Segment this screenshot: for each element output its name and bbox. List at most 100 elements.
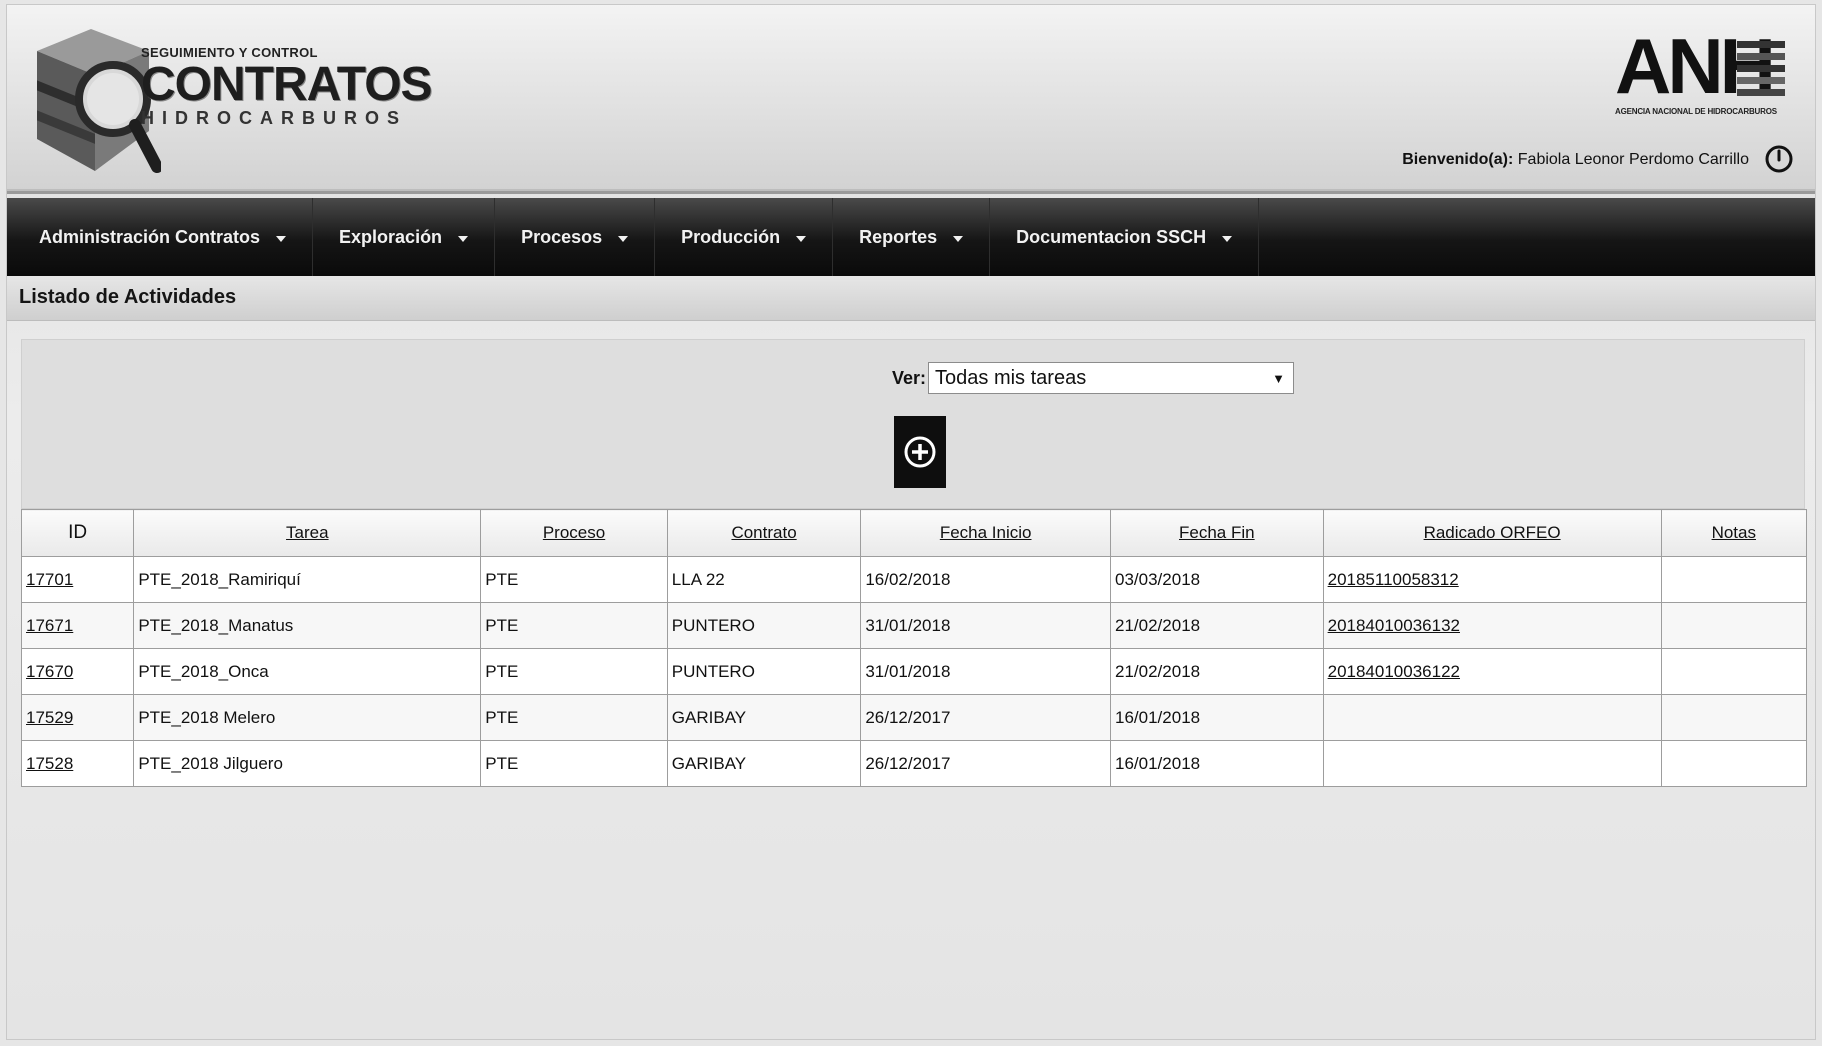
chevron-down-icon: [796, 236, 807, 242]
cell-id: 17529: [20, 694, 135, 741]
column-header-tarea[interactable]: Tarea: [133, 509, 482, 557]
cell-notas: [1660, 740, 1808, 787]
cell-fecha-inicio: 26/12/2017: [860, 694, 1112, 741]
cell-notas: [1660, 556, 1808, 603]
cell-tarea: PTE_2018_Onca: [133, 648, 482, 695]
column-header-contrato[interactable]: Contrato: [666, 509, 862, 557]
cell-radicado: 20184010036122: [1322, 648, 1662, 695]
activity-id-link[interactable]: 17528: [26, 754, 73, 773]
cell-tarea: PTE_2018_Ramiriquí: [133, 556, 482, 603]
cell-contrato: LLA 22: [666, 556, 862, 603]
cell-proceso: PTE: [480, 556, 668, 603]
cell-fecha-inicio: 26/12/2017: [860, 740, 1112, 787]
activities-table: ID Tarea Proceso Contrato Fecha Inicio F…: [20, 509, 1808, 787]
cell-tarea: PTE_2018 Melero: [133, 694, 482, 741]
menu-exploracion[interactable]: Exploración: [313, 198, 496, 276]
cell-radicado: 20184010036132: [1322, 602, 1662, 649]
cell-id: 17701: [20, 556, 135, 603]
column-header-fecha-inicio[interactable]: Fecha Inicio: [860, 509, 1112, 557]
menu-item-label: Procesos: [521, 226, 603, 247]
anh-logo-caption: AGENCIA NACIONAL DE HIDROCARBUROS: [1615, 107, 1777, 116]
page-title-bar: Listado de Actividades: [7, 276, 1815, 321]
cell-notas: [1660, 648, 1808, 695]
table-row: 17528 PTE_2018 Jilguero PTE GARIBAY 26/1…: [20, 740, 1808, 787]
contratos-logo-text: SEGUIMIENTO Y CONTROL CONTRATOS HIDROCAR…: [141, 45, 433, 129]
anh-stripes-icon: [1737, 41, 1785, 96]
app-window: SEGUIMIENTO Y CONTROL CONTRATOS HIDROCAR…: [6, 4, 1816, 1040]
column-header-id: ID: [20, 509, 135, 557]
menu-documentacion-ssch[interactable]: Documentacion SSCH: [990, 198, 1260, 276]
column-header-notas[interactable]: Notas: [1660, 509, 1808, 557]
logo-subtitle: HIDROCARBUROS: [141, 108, 407, 128]
table-row: 17671 PTE_2018_Manatus PTE PUNTERO 31/01…: [20, 602, 1808, 649]
cell-fecha-fin: 21/02/2018: [1110, 648, 1324, 695]
menu-item-label: Administración Contratos: [39, 226, 261, 247]
activity-id-link[interactable]: 17701: [26, 570, 73, 589]
chevron-down-icon: [953, 236, 964, 242]
chevron-down-icon: [276, 236, 287, 242]
cell-fecha-inicio: 31/01/2018: [860, 602, 1112, 649]
menu-procesos[interactable]: Procesos: [495, 198, 656, 276]
cell-id: 17528: [20, 740, 135, 787]
menu-item-label: Reportes: [859, 226, 938, 247]
cell-notas: [1660, 602, 1808, 649]
view-select[interactable]: Todas mis tareas ▼: [928, 362, 1295, 394]
cell-fecha-inicio: 16/02/2018: [860, 556, 1112, 603]
menu-produccion[interactable]: Producción: [655, 198, 834, 276]
main-menu: Administración Contratos Exploración Pro…: [7, 198, 1815, 276]
welcome-label: Bienvenido(a):: [1402, 151, 1514, 168]
cell-proceso: PTE: [480, 648, 668, 695]
add-activity-button[interactable]: [894, 416, 946, 488]
menu-item-label: Documentacion SSCH: [1016, 226, 1207, 247]
plus-circle-icon: [904, 436, 936, 468]
filter-row: Ver: Todas mis tareas ▼: [892, 362, 1295, 394]
chevron-down-icon: [458, 236, 469, 242]
cell-contrato: PUNTERO: [666, 602, 862, 649]
menu-reportes[interactable]: Reportes: [833, 198, 991, 276]
cell-fecha-fin: 16/01/2018: [1110, 740, 1324, 787]
activity-id-link[interactable]: 17670: [26, 662, 73, 681]
cell-fecha-fin: 16/01/2018: [1110, 694, 1324, 741]
radicado-link[interactable]: 20184010036132: [1328, 616, 1460, 635]
column-header-proceso[interactable]: Proceso: [480, 509, 668, 557]
cell-radicado: 20185110058312: [1322, 556, 1662, 603]
cell-fecha-fin: 03/03/2018: [1110, 556, 1324, 603]
cell-tarea: PTE_2018 Jilguero: [133, 740, 482, 787]
table-row: 17701 PTE_2018_Ramiriquí PTE LLA 22 16/0…: [20, 556, 1808, 603]
cell-proceso: PTE: [480, 694, 668, 741]
menu-item-label: Producción: [681, 226, 781, 247]
column-header-radicado-orfeo[interactable]: Radicado ORFEO: [1322, 509, 1662, 557]
menu-administracion-contratos[interactable]: Administración Contratos: [7, 198, 314, 276]
header: SEGUIMIENTO Y CONTROL CONTRATOS HIDROCAR…: [7, 5, 1815, 194]
cell-id: 17670: [20, 648, 135, 695]
cell-fecha-fin: 21/02/2018: [1110, 602, 1324, 649]
activity-id-link[interactable]: 17529: [26, 708, 73, 727]
table-row: 17670 PTE_2018_Onca PTE PUNTERO 31/01/20…: [20, 648, 1808, 695]
filter-label: Ver:: [892, 367, 927, 388]
power-icon[interactable]: [1765, 145, 1793, 173]
welcome-message: Bienvenido(a): Fabiola Leonor Perdomo Ca…: [1402, 151, 1749, 169]
cell-radicado: [1322, 740, 1662, 787]
cell-proceso: PTE: [480, 602, 668, 649]
column-header-fecha-fin[interactable]: Fecha Fin: [1110, 509, 1324, 557]
chevron-down-icon: [618, 236, 629, 242]
cell-contrato: GARIBAY: [666, 740, 862, 787]
page-title: Listado de Actividades: [19, 286, 237, 308]
cell-proceso: PTE: [480, 740, 668, 787]
dropdown-arrow-icon: ▼: [1272, 370, 1286, 386]
chevron-down-icon: [1222, 236, 1233, 242]
user-name: Fabiola Leonor Perdomo Carrillo: [1517, 151, 1749, 168]
menu-item-label: Exploración: [339, 226, 443, 247]
table-header-row: ID Tarea Proceso Contrato Fecha Inicio F…: [20, 509, 1808, 557]
view-select-value: Todas mis tareas: [935, 366, 1087, 389]
table-row: 17529 PTE_2018 Melero PTE GARIBAY 26/12/…: [20, 694, 1808, 741]
radicado-link[interactable]: 20185110058312: [1328, 570, 1459, 589]
anh-logo: ANH AGENCIA NACIONAL DE HIDROCARBUROS: [1615, 27, 1785, 117]
cell-radicado: [1322, 694, 1662, 741]
cell-tarea: PTE_2018_Manatus: [133, 602, 482, 649]
filter-panel: Ver: Todas mis tareas ▼: [21, 339, 1805, 509]
cell-id: 17671: [20, 602, 135, 649]
activity-id-link[interactable]: 17671: [26, 616, 73, 635]
radicado-link[interactable]: 20184010036122: [1328, 662, 1460, 681]
cell-contrato: GARIBAY: [666, 694, 862, 741]
